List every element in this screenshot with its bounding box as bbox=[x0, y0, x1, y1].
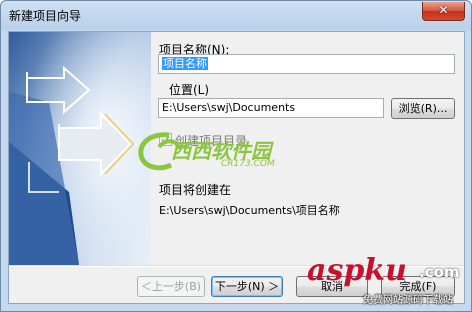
browse-button-label: 浏览(R)... bbox=[398, 102, 448, 115]
wizard-banner-image bbox=[9, 32, 151, 265]
location-input[interactable]: E:\Users\swj\Documents bbox=[158, 98, 384, 118]
aspku-com-text: .com bbox=[419, 263, 460, 281]
browse-button[interactable]: 浏览(R)... bbox=[391, 98, 455, 119]
aspku-tagline-text: 免费网站源码下载站 bbox=[363, 295, 453, 306]
close-icon: ✕ bbox=[438, 3, 449, 17]
result-label: 项目将创建在 bbox=[159, 183, 232, 197]
next-button[interactable]: 下一步(N) ＞ bbox=[211, 276, 283, 297]
project-name-input[interactable]: 项目名称 bbox=[158, 54, 455, 74]
window-title: 新建项目向导 bbox=[9, 9, 82, 23]
title-bar[interactable]: 新建项目向导 ✕ bbox=[1, 1, 471, 29]
location-label: 位置(L) bbox=[169, 83, 210, 97]
aspku-brand-text: aspku bbox=[307, 253, 407, 288]
project-name-value: 项目名称 bbox=[162, 57, 208, 70]
wizard-window: 新建项目向导 ✕ 项目名称(N): 项目名称 位置(L) E:\Users\sw… bbox=[0, 0, 472, 312]
back-button[interactable]: ＜上一步(B) bbox=[137, 276, 205, 297]
close-button[interactable]: ✕ bbox=[422, 2, 465, 21]
result-path: E:\Users\swj\Documents\项目名称 bbox=[159, 204, 340, 217]
cr173-url-text: CR173.COM bbox=[221, 159, 275, 169]
wizard-arrows-graphic bbox=[9, 32, 151, 265]
